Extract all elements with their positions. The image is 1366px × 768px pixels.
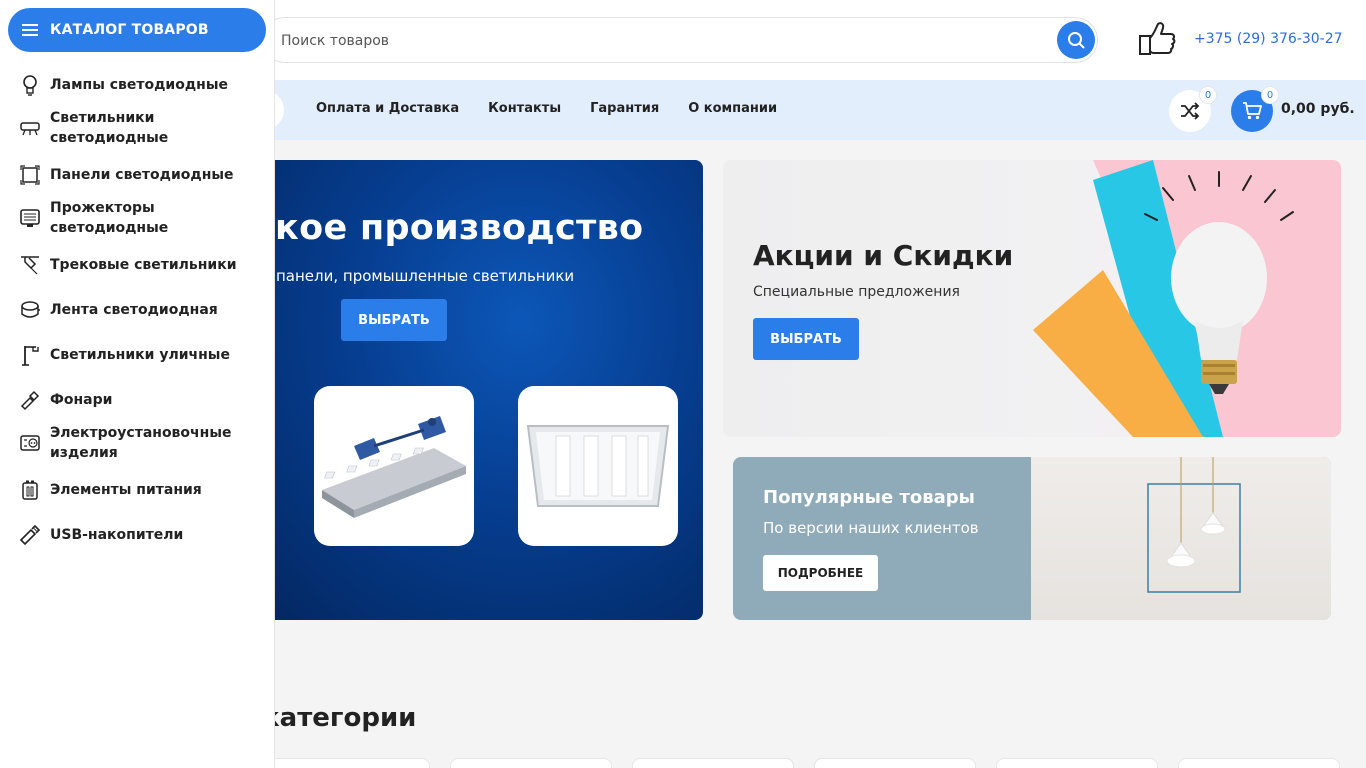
sidebar-item-floodlights[interactable]: Прожекторы светодиодные — [18, 198, 268, 238]
catalog-button[interactable]: КАТАЛОГ ТОВАРОВ — [8, 8, 266, 52]
sidebar-item-track[interactable]: Трековые светильники — [18, 253, 268, 277]
popular-more-button[interactable]: ПОДРОБНЕЕ — [763, 555, 878, 591]
promo-bulb-image — [1033, 160, 1341, 437]
promo-title: Акции и Скидки — [753, 239, 1014, 272]
sidebar-item-label: Лампы светодиодные — [50, 77, 228, 93]
search-bar — [262, 17, 1098, 63]
catalog-button-label: КАТАЛОГ ТОВАРОВ — [50, 22, 209, 38]
bulb-icon — [18, 73, 42, 97]
sidebar-item-electrical[interactable]: Электроустановочные изделия — [18, 423, 268, 463]
category-card[interactable] — [632, 758, 794, 768]
industrial-light-image — [322, 416, 466, 518]
cart-icon — [1243, 102, 1262, 120]
popular-subtitle: По версии наших клиентов — [763, 519, 979, 537]
ceiling-lamp-icon — [18, 116, 42, 140]
track-light-icon — [18, 253, 42, 277]
category-card[interactable] — [268, 758, 430, 768]
led-strip-icon — [18, 298, 42, 322]
search-input[interactable] — [281, 29, 1041, 53]
sidebar-item-label: Панели светодиодные — [50, 167, 234, 183]
sidebar-item-label: Фонари — [50, 392, 113, 408]
promo-banner[interactable]: Акции и Скидки Специальные предложения В… — [723, 160, 1341, 437]
nav-link-contacts[interactable]: Контакты — [488, 101, 561, 116]
flashlight-icon — [18, 388, 42, 412]
led-panel-image — [526, 425, 670, 507]
phone-link[interactable]: +375 (29) 376-30-27 — [1194, 31, 1343, 47]
usb-icon — [18, 523, 42, 547]
hero-title: ское производство — [254, 208, 644, 248]
street-light-icon — [18, 343, 42, 367]
product-card-led-panel[interactable] — [518, 386, 678, 546]
category-card[interactable] — [1178, 758, 1340, 768]
category-card[interactable] — [450, 758, 612, 768]
popular-lamps-photo — [1031, 457, 1331, 620]
promo-subtitle: Специальные предложения — [753, 284, 960, 300]
nav-links: Оплата и Доставка Контакты Гарантия О ко… — [316, 101, 777, 116]
sidebar-item-label: Светильники уличные — [50, 347, 230, 363]
search-icon — [1068, 32, 1085, 49]
popular-banner[interactable]: Популярные товары По версии наших клиент… — [733, 457, 1331, 620]
product-card-industrial-light[interactable] — [314, 386, 474, 546]
nav-link-delivery[interactable]: Оплата и Доставка — [316, 101, 459, 116]
promo-choose-button[interactable]: ВЫБРАТЬ — [753, 318, 859, 360]
hamburger-icon — [22, 24, 38, 36]
nav-link-warranty[interactable]: Гарантия — [590, 101, 659, 116]
popular-title: Популярные товары — [763, 487, 975, 508]
category-card[interactable] — [814, 758, 976, 768]
sidebar-item-label: Электроустановочные изделия — [50, 425, 232, 461]
sidebar-item-label: Элементы питания — [50, 482, 202, 498]
hero-choose-button[interactable]: ВЫБРАТЬ — [341, 299, 447, 341]
sidebar-item-flashlights[interactable]: Фонари — [18, 388, 268, 412]
sidebar-item-lamps[interactable]: Лампы светодиодные — [18, 73, 268, 97]
battery-icon — [18, 478, 42, 502]
cart-total[interactable]: 0,00 руб. — [1281, 101, 1355, 117]
cart-count-badge: 0 — [1261, 86, 1279, 104]
compare-count-badge: 0 — [1199, 86, 1217, 104]
hero-subtitle: панели, промышленные светильники — [276, 267, 575, 285]
socket-icon — [18, 431, 42, 455]
panel-icon — [18, 163, 42, 187]
nav-link-about[interactable]: О компании — [688, 101, 777, 116]
sidebar-item-label: Светильники светодиодные — [50, 110, 169, 146]
hero-banner[interactable]: ское производство панели, промышленные с… — [246, 160, 703, 620]
sidebar-item-luminaires[interactable]: Светильники светодиодные — [18, 108, 268, 148]
sidebar-item-panels[interactable]: Панели светодиодные — [18, 163, 268, 187]
sidebar-item-label: Трековые светильники — [50, 257, 237, 273]
category-card[interactable] — [996, 758, 1158, 768]
phone-hand-icon — [1139, 22, 1176, 55]
categories-section-title: категории — [262, 703, 417, 733]
sidebar-item-usb[interactable]: USB-накопители — [18, 523, 268, 547]
sidebar-item-street[interactable]: Светильники уличные — [18, 343, 268, 367]
catalog-sidebar: КАТАЛОГ ТОВАРОВ Лампы светодиодные Свети… — [0, 0, 275, 768]
shuffle-icon — [1181, 102, 1200, 120]
sidebar-item-strip[interactable]: Лента светодиодная — [18, 298, 268, 322]
sidebar-item-label: Прожекторы светодиодные — [50, 200, 169, 236]
sidebar-item-label: USB-накопители — [50, 527, 184, 543]
sidebar-item-batteries[interactable]: Элементы питания — [18, 478, 268, 502]
floodlight-icon — [18, 206, 42, 230]
pendant-lamps-image — [1147, 457, 1241, 593]
sidebar-item-label: Лента светодиодная — [50, 302, 218, 318]
search-button[interactable] — [1057, 21, 1095, 59]
